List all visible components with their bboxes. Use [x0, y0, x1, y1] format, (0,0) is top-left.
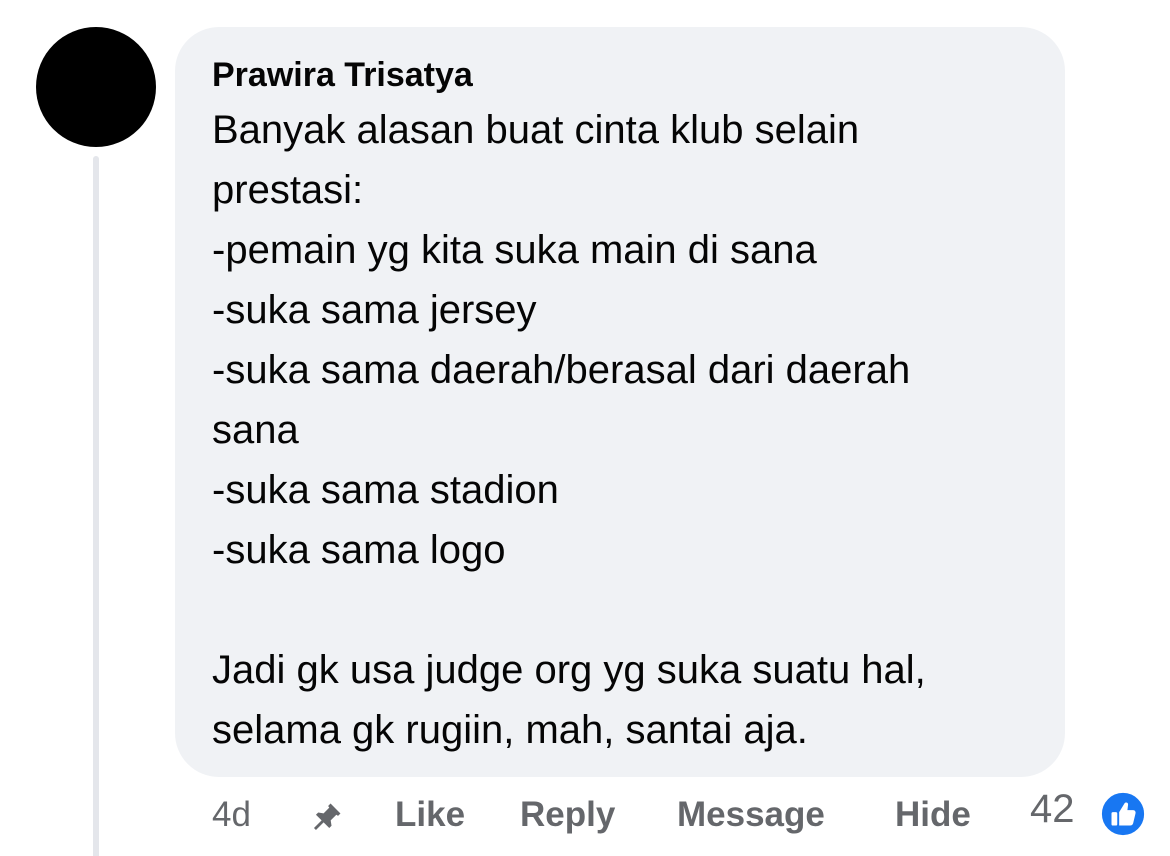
comment-body: Banyak alasan buat cinta klub selain pre…: [212, 100, 1062, 760]
reaction-count[interactable]: 42: [1030, 784, 1075, 834]
comment-line: -pemain yg kita suka main di sana: [212, 228, 817, 272]
comment-author[interactable]: Prawira Trisatya: [212, 55, 473, 95]
comment-line: prestasi:: [212, 168, 364, 212]
comment-line: selama gk rugiin, mah, santai aja.: [212, 708, 808, 752]
comment-line: -suka sama logo: [212, 528, 506, 572]
comment-thread: Prawira Trisatya Banyak alasan buat cint…: [0, 0, 1170, 856]
reply-button[interactable]: Reply: [520, 790, 615, 840]
comment-line: -suka sama daerah/berasal dari daerah: [212, 348, 911, 392]
hide-button[interactable]: Hide: [895, 790, 971, 840]
comment-line: Jadi gk usa judge org yg suka suatu hal,: [212, 648, 926, 692]
comment-line: -suka sama stadion: [212, 468, 559, 512]
message-button[interactable]: Message: [677, 790, 825, 840]
comment-timestamp[interactable]: 4d: [212, 790, 251, 840]
thread-line: [93, 156, 99, 856]
like-button[interactable]: Like: [395, 790, 465, 840]
comment-line: sana: [212, 408, 299, 452]
thumbs-up-icon[interactable]: [1100, 791, 1146, 837]
comment-line: -suka sama jersey: [212, 288, 537, 332]
pin-icon[interactable]: [310, 800, 344, 834]
avatar[interactable]: [36, 27, 156, 147]
comment-actions: 4d Like Reply Message Hide 42: [212, 787, 1162, 840]
comment-line: Banyak alasan buat cinta klub selain: [212, 108, 860, 152]
comment-line: [212, 580, 1062, 640]
